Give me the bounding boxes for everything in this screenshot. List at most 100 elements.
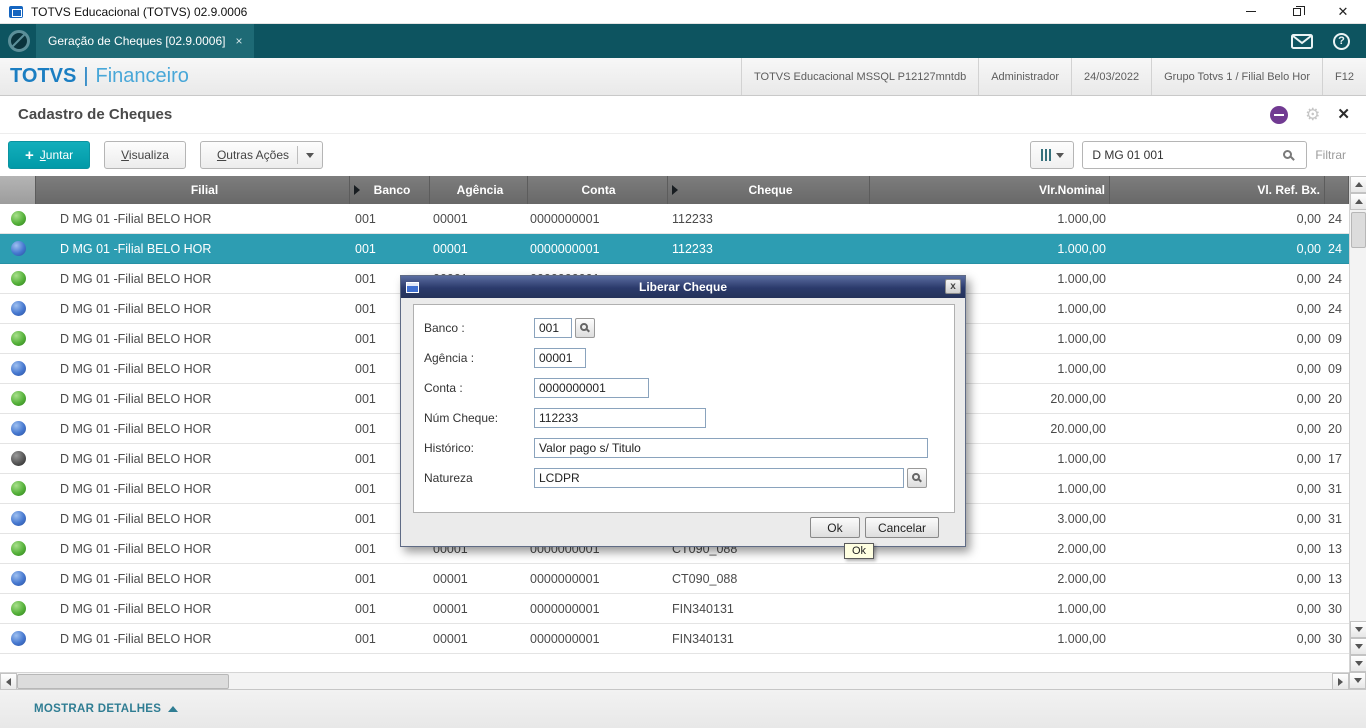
horizontal-scrollbar-thumb[interactable] [17,674,229,689]
horizontal-scrollbar[interactable] [0,672,1349,690]
status-circle-icon [10,631,26,646]
tab-close-icon[interactable]: × [235,34,242,48]
num-cheque-field[interactable] [534,408,706,428]
cell-extra: 24 [1328,271,1342,286]
dialog-titlebar[interactable]: Liberar Cheque x [401,276,965,298]
date-label[interactable]: 24/03/2022 [1071,58,1151,95]
outras-acoes-button[interactable]: Outras Ações [199,141,323,169]
table-row[interactable]: D MG 01 -Filial BELO HOR 001 00001 00000… [0,564,1349,594]
page-header-icons: ⚙ ✕ [1270,105,1366,124]
cell-filial: D MG 01 -Filial BELO HOR [60,211,212,226]
cell-filial: D MG 01 -Filial BELO HOR [60,511,212,526]
status-circle-icon [10,271,26,286]
natureza-lookup-button[interactable] [907,468,927,488]
arrow-down-icon [1354,661,1363,666]
vertical-scrollbar-thumb[interactable] [1350,212,1366,248]
cell-vl-ref-bx: 0,00 [1296,601,1321,616]
cell-vlr-nominal: 2.000,00 [1057,571,1106,586]
agencia-field[interactable] [534,348,586,368]
smartclient-logo-icon[interactable] [8,30,30,52]
header-cheque[interactable]: Cheque [668,176,870,204]
visualiza-button[interactable]: Visualiza [104,141,186,169]
banco-label: Banco : [424,321,465,335]
horizontal-scrollbar-track[interactable] [229,673,1332,689]
cell-banco: 001 [355,211,376,226]
scroll-down-page-button[interactable] [1350,638,1366,655]
header-status[interactable] [0,176,36,204]
search-icon [912,473,920,481]
cell-filial: D MG 01 -Filial BELO HOR [60,301,212,316]
cell-status [0,204,36,233]
settings-gear-icon[interactable]: ⚙ [1305,106,1320,123]
header-filial[interactable]: Filial [36,176,350,204]
filter-label[interactable]: Filtrar [1315,148,1346,162]
header-extra[interactable] [1325,176,1349,204]
cell-extra: 09 [1328,361,1342,376]
scrollbar-corner-button[interactable] [1349,672,1366,689]
scroll-bottom-button[interactable] [1350,655,1366,672]
table-row[interactable]: D MG 01 -Filial BELO HOR 001 00001 00000… [0,234,1349,264]
conta-label: Conta : [424,381,463,395]
tab-geracao-de-cheques[interactable]: Geração de Cheques [02.9.0006] × [36,24,255,58]
scroll-up-page-button[interactable] [1350,193,1366,210]
conta-field[interactable] [534,378,649,398]
cell-status [0,534,36,563]
scroll-down-button[interactable] [1350,621,1366,638]
scroll-left-button[interactable] [0,673,17,690]
historico-field[interactable] [534,438,928,458]
branch-label[interactable]: Grupo Totvs 1 / Filial Belo Hor [1151,58,1322,95]
natureza-field[interactable] [534,468,904,488]
header-banco[interactable]: Banco [350,176,430,204]
user-label[interactable]: Administrador [978,58,1071,95]
collapse-circle-icon[interactable] [1270,105,1289,124]
outras-acoes-label: Outras Ações [216,148,289,162]
table-row[interactable]: D MG 01 -Filial BELO HOR 001 00001 00000… [0,204,1349,234]
cell-extra: 24 [1328,211,1342,226]
header-vl-ref-bx[interactable]: Vl. Ref. Bx. [1110,176,1325,204]
header-conta[interactable]: Conta [528,176,668,204]
close-page-icon[interactable]: ✕ [1337,107,1350,122]
minimize-icon [1246,11,1256,12]
arrow-down-icon [1354,627,1363,632]
fkey-label[interactable]: F12 [1322,58,1366,95]
search-icon[interactable] [1283,150,1293,159]
cell-filial: D MG 01 -Filial BELO HOR [60,571,212,586]
help-icon[interactable]: ? [1333,32,1350,50]
vertical-scrollbar[interactable] [1349,176,1366,672]
banco-lookup-button[interactable] [575,318,595,338]
status-circle-icon [10,601,26,616]
dialog-close-button[interactable]: x [945,279,961,294]
app-header: TOTVS | Financeiro TOTVS Educacional MSS… [0,58,1366,96]
restore-button[interactable] [1274,0,1320,24]
cell-filial: D MG 01 -Filial BELO HOR [60,241,212,256]
status-circle-icon [10,511,26,526]
scroll-right-button[interactable] [1332,673,1349,690]
minimize-button[interactable] [1228,0,1274,24]
cell-status [0,564,36,593]
field-row-historico: Histórico: [424,438,944,458]
close-icon: ✕ [1337,4,1349,19]
mail-icon[interactable] [1291,33,1313,49]
vertical-scrollbar-track[interactable] [1350,248,1366,621]
table-row[interactable]: D MG 01 -Filial BELO HOR 001 00001 00000… [0,594,1349,624]
cancelar-button[interactable]: Cancelar [864,517,939,538]
table-row[interactable]: D MG 01 -Filial BELO HOR 001 00001 00000… [0,624,1349,654]
header-vlr-nominal[interactable]: Vlr.Nominal [870,176,1110,204]
tab-bar: Geração de Cheques [02.9.0006] × ? [0,24,1366,58]
cell-agencia: 00001 [433,571,468,586]
close-window-button[interactable]: ✕ [1320,0,1366,24]
mostrar-detalhes-button[interactable]: MOSTRAR DETALHES [0,703,179,715]
banco-field[interactable] [534,318,572,338]
cell-filial: D MG 01 -Filial BELO HOR [60,331,212,346]
toolbar-right: Filtrar [1030,141,1346,169]
cell-filial: D MG 01 -Filial BELO HOR [60,601,212,616]
search-input[interactable] [1083,142,1307,168]
ok-button[interactable]: Ok [809,517,860,538]
juntar-button[interactable]: + Juntar [8,141,91,169]
column-picker-button[interactable] [1030,141,1075,169]
cell-filial: D MG 01 -Filial BELO HOR [60,361,212,376]
window-titlebar: TOTVS Educacional (TOTVS) 02.9.0006 ✕ [0,0,1366,24]
cell-vl-ref-bx: 0,00 [1296,301,1321,316]
header-agencia[interactable]: Agência [430,176,528,204]
scroll-up-button[interactable] [1350,176,1366,193]
